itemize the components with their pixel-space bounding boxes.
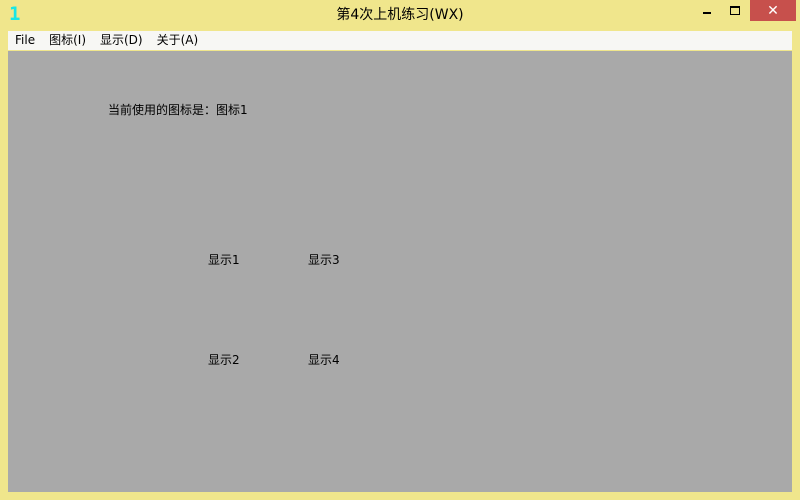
- current-icon-status: 当前使用的图标是：图标1: [108, 103, 248, 117]
- menu-file[interactable]: File: [8, 31, 42, 50]
- menu-bar: File 图标(I) 显示(D) 关于(A): [8, 31, 792, 50]
- client-area[interactable]: 当前使用的图标是：图标1 显示1 显示3 显示2 显示4: [8, 51, 792, 492]
- display-4-label: 显示4: [308, 353, 340, 367]
- close-button[interactable]: ✕: [750, 0, 796, 21]
- minimize-button[interactable]: [693, 0, 720, 21]
- app-window: 1 第4次上机练习(WX) ✕ File 图标(I) 显示(D) 关于(A) 当…: [0, 0, 800, 500]
- menu-icon[interactable]: 图标(I): [42, 31, 93, 50]
- minimize-icon: [702, 11, 711, 14]
- maximize-icon: [729, 6, 740, 15]
- close-icon: ✕: [767, 2, 779, 19]
- menu-about[interactable]: 关于(A): [150, 31, 206, 50]
- window-title: 第4次上机练习(WX): [336, 7, 464, 23]
- title-bar[interactable]: 1 第4次上机练习(WX) ✕: [0, 0, 800, 31]
- menu-display[interactable]: 显示(D): [93, 31, 150, 50]
- display-2-label: 显示2: [208, 353, 240, 367]
- maximize-button[interactable]: [721, 0, 748, 21]
- display-3-label: 显示3: [308, 253, 340, 267]
- display-1-label: 显示1: [208, 253, 240, 267]
